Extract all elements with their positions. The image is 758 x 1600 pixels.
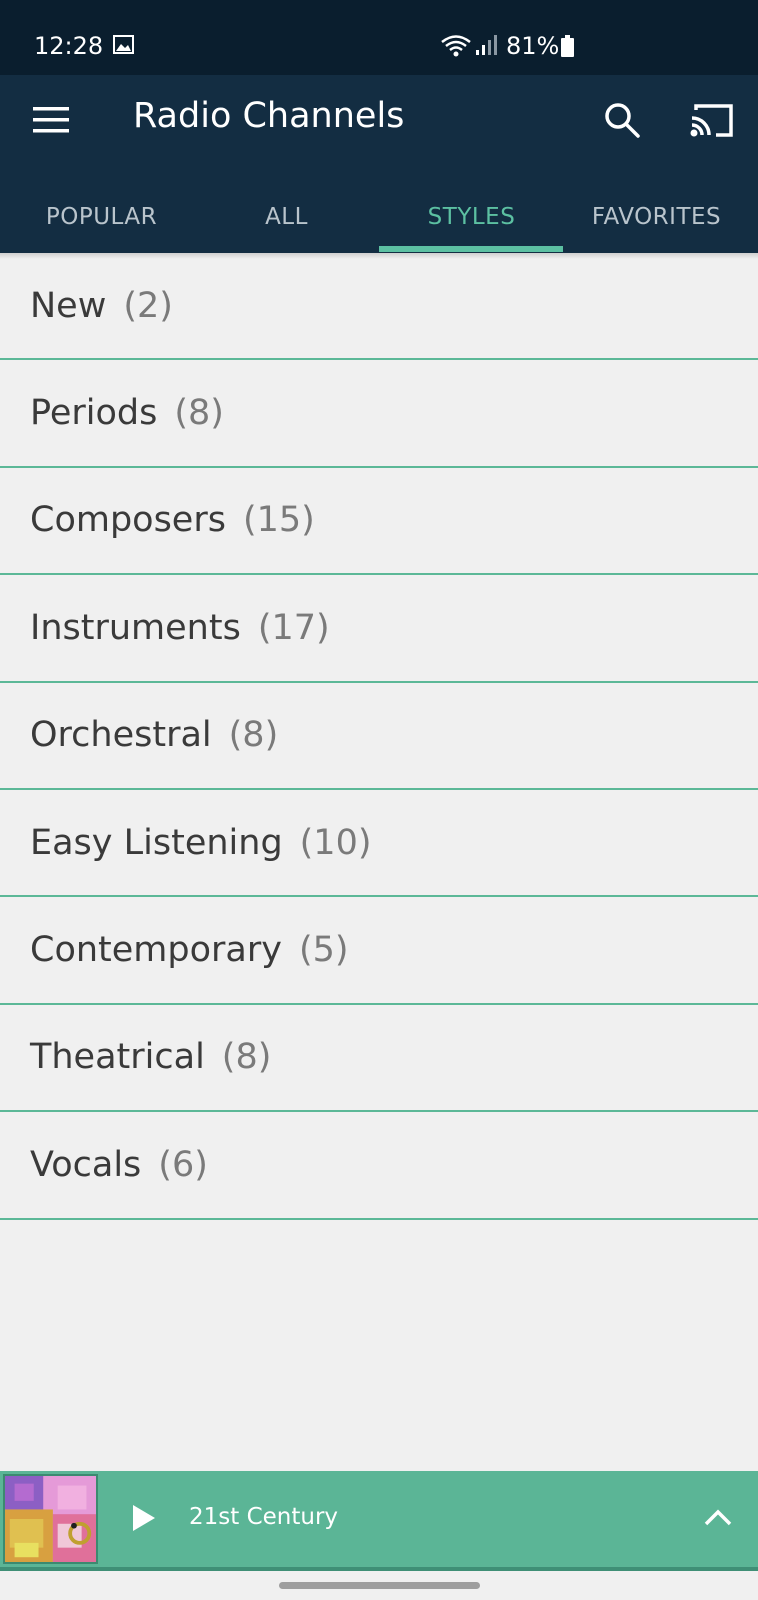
list-item-theatrical[interactable]: Theatrical (8)	[0, 1005, 758, 1113]
status-bar: 12:28 81%	[0, 0, 758, 75]
list-item-label: Vocals	[30, 1144, 142, 1185]
player-progress-bar	[0, 1567, 758, 1571]
status-time: 12:28	[34, 32, 104, 60]
gallery-icon	[113, 35, 134, 54]
mini-player[interactable]	[0, 1471, 758, 1567]
list-item-orchestral[interactable]: Orchestral (8)	[0, 683, 758, 790]
list-item-label: Orchestral	[30, 715, 212, 756]
search-icon[interactable]	[603, 101, 641, 139]
list-item-easy-listening[interactable]: Easy Listening (10)	[0, 790, 758, 898]
app-bar-shadow	[0, 253, 758, 259]
list-item-label: New	[30, 285, 107, 326]
list-item-count: (2)	[123, 285, 173, 326]
tab-all[interactable]: ALL	[194, 180, 379, 253]
list-item-label: Composers	[30, 500, 226, 541]
tab-styles[interactable]: STYLES	[379, 180, 564, 253]
list-item-count: (17)	[257, 607, 330, 648]
list-item-count: (8)	[228, 715, 279, 756]
active-tab-indicator	[379, 246, 563, 252]
list-item-count: (10)	[299, 822, 372, 863]
list-item-contemporary[interactable]: Contemporary (5)	[0, 897, 758, 1005]
list-item-composers[interactable]: Composers (15)	[0, 468, 758, 576]
list-item-label: Easy Listening	[30, 822, 283, 863]
page-title: Radio Channels	[133, 96, 405, 136]
now-playing-title: 21st Century	[189, 1504, 339, 1530]
list-item-label: Contemporary	[30, 930, 282, 971]
tab-bar: POPULAR ALL STYLES FAVORITES	[0, 180, 758, 253]
play-icon[interactable]	[131, 1503, 157, 1533]
battery-icon	[561, 35, 574, 57]
list-item-count: (8)	[221, 1037, 272, 1078]
list-item-label: Instruments	[30, 607, 241, 648]
chevron-up-icon[interactable]	[703, 1507, 733, 1527]
list-item-count: (15)	[242, 500, 315, 541]
list-item-periods[interactable]: Periods (8)	[0, 360, 758, 468]
cast-icon[interactable]	[690, 101, 734, 139]
album-art[interactable]	[3, 1474, 98, 1564]
list-item-count: (8)	[174, 393, 224, 434]
menu-icon[interactable]	[33, 106, 69, 134]
list-item-new[interactable]: New (2)	[0, 253, 758, 361]
list-item-count: (5)	[298, 930, 349, 971]
list-item-label: Periods	[30, 393, 158, 434]
tab-favorites[interactable]: FAVORITES	[564, 180, 749, 253]
list-item-instruments[interactable]: Instruments (17)	[0, 575, 758, 683]
tab-popular[interactable]: POPULAR	[9, 180, 194, 253]
styles-list: New (2) Periods (8) Composers (15) Instr…	[0, 253, 758, 1220]
wifi-icon	[441, 35, 471, 57]
list-item-count: (6)	[158, 1144, 208, 1185]
battery-percentage: 81%	[506, 32, 560, 60]
list-item-label: Theatrical	[30, 1037, 205, 1078]
list-item-vocals[interactable]: Vocals (6)	[0, 1112, 758, 1220]
gesture-nav-handle[interactable]	[279, 1582, 480, 1589]
signal-icon	[476, 35, 497, 55]
